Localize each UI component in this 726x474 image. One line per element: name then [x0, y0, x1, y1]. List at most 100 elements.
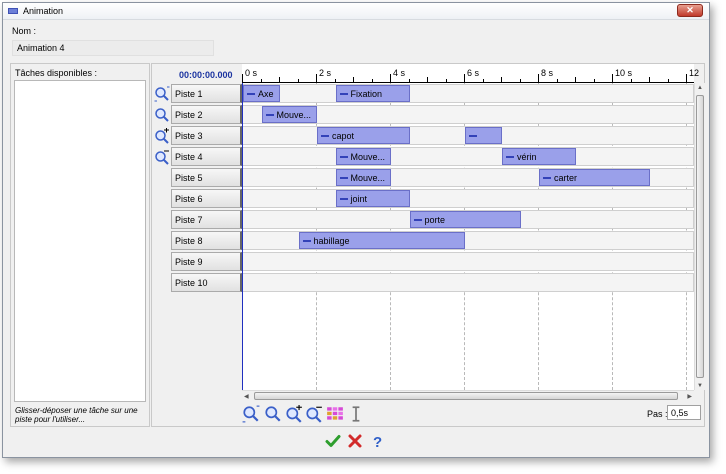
- zoom-icon[interactable]: [154, 107, 170, 123]
- task-segment[interactable]: Fixation: [335, 85, 410, 102]
- scroll-left-arrow-icon[interactable]: ◀: [244, 393, 249, 400]
- cancel-button[interactable]: [347, 433, 363, 449]
- task-segment[interactable]: Axe: [243, 85, 280, 102]
- task-segment[interactable]: Mouve...: [335, 148, 391, 165]
- ruler-tick: [575, 77, 576, 82]
- task-segment[interactable]: Mouve...: [261, 106, 317, 123]
- ruler-tick: [371, 79, 373, 82]
- track-row[interactable]: porte: [242, 210, 694, 229]
- ruler-tick: [334, 79, 336, 82]
- segment-handle-icon: [321, 135, 329, 137]
- animation-app-icon: [8, 8, 18, 14]
- time-ruler[interactable]: 0 s 2 s 4 s 6 s 8 s 10 s 12: [242, 64, 699, 83]
- ruler-tick-label: 8 s: [541, 68, 554, 78]
- track-label[interactable]: Piste 6: [171, 189, 242, 208]
- scroll-down-arrow-icon[interactable]: ▼: [697, 383, 703, 389]
- segment-handle-icon: [413, 219, 422, 221]
- segment-handle-icon: [469, 135, 477, 137]
- track-row[interactable]: Mouve...: [242, 105, 694, 124]
- segment-label: Mouve...: [350, 173, 386, 183]
- track-row[interactable]: Axe Fixation: [242, 84, 694, 103]
- track-row[interactable]: habillage: [242, 231, 694, 250]
- name-label: Nom :: [12, 26, 37, 36]
- track-label[interactable]: Piste 3: [171, 126, 242, 145]
- timeline-panel: 00:00:00.000 0 s 2 s 4 s 6 s 8 s 10 s 12 Piste…: [151, 63, 705, 427]
- task-segment[interactable]: [465, 127, 502, 144]
- task-segment[interactable]: capot: [317, 127, 410, 144]
- track-label[interactable]: Piste 8: [171, 231, 242, 250]
- track-label[interactable]: Piste 9: [171, 252, 242, 271]
- track-label[interactable]: Piste 4: [171, 147, 242, 166]
- zoom-out-icon[interactable]: [154, 149, 170, 165]
- name-input[interactable]: Animation 4: [12, 40, 214, 56]
- ruler-tick: [649, 77, 650, 82]
- track-row[interactable]: capot: [242, 126, 694, 145]
- track-row[interactable]: [242, 273, 694, 292]
- timeline-grid[interactable]: Axe Fixation Mouve... capot Mouve... vérin Mou…: [242, 83, 694, 390]
- segment-handle-icon: [506, 156, 514, 158]
- time-cursor[interactable]: [242, 83, 243, 390]
- ruler-tick: [482, 79, 484, 82]
- task-segment[interactable]: Mouve...: [335, 169, 391, 186]
- track-label[interactable]: Piste 5: [171, 168, 242, 187]
- ruler-tick-label: 4 s: [393, 68, 406, 78]
- ruler-tick: [464, 74, 465, 82]
- track-label[interactable]: Piste 2: [171, 105, 242, 124]
- tasks-panel: Tâches disponibles : Glisser-déposer une…: [10, 63, 150, 427]
- zoom-in-icon[interactable]: [154, 128, 170, 144]
- segment-handle-icon: [339, 177, 348, 179]
- track-label[interactable]: Piste 1: [171, 84, 242, 103]
- segment-handle-icon: [543, 177, 551, 179]
- step-label: Pas :: [647, 409, 668, 419]
- scroll-up-arrow-icon[interactable]: ▲: [697, 85, 703, 91]
- scroll-right-arrow-icon[interactable]: ▶: [687, 393, 692, 400]
- segment-label: habillage: [313, 236, 350, 246]
- track-label[interactable]: Piste 10: [171, 273, 242, 292]
- task-segment[interactable]: joint: [335, 190, 410, 207]
- toolbar-zoom-icon[interactable]: [264, 405, 282, 423]
- ruler-tick: [630, 79, 632, 82]
- ruler-tick: [279, 77, 280, 82]
- toolbar-zoom-in-icon[interactable]: [285, 405, 303, 423]
- ruler-tick: [667, 79, 669, 82]
- tasks-list[interactable]: [14, 80, 146, 402]
- task-segment[interactable]: vérin: [502, 148, 576, 165]
- animation-dialog: Animation ✕ Nom : Animation 4 Tâches dis…: [2, 2, 710, 458]
- ok-button[interactable]: [325, 433, 341, 449]
- ruler-tick: [519, 79, 521, 82]
- segment-handle-icon: [302, 240, 311, 242]
- step-input[interactable]: 0,5s: [667, 405, 701, 420]
- ruler-tick-label: 12: [689, 68, 700, 78]
- zoom-fit-icon[interactable]: [154, 86, 170, 102]
- vertical-scrollbar[interactable]: ▲ ▼: [694, 83, 705, 390]
- close-button[interactable]: ✕: [677, 4, 703, 17]
- text-cursor-icon[interactable]: [347, 405, 365, 423]
- track-row[interactable]: joint: [242, 189, 694, 208]
- segment-label: Axe: [258, 89, 274, 99]
- horizontal-scrollbar[interactable]: ◀ ▶: [242, 390, 694, 401]
- vertical-scroll-thumb[interactable]: [696, 95, 704, 378]
- track-row[interactable]: Mouve... carter: [242, 168, 694, 187]
- ruler-tick-label: 0 s: [245, 68, 258, 78]
- ruler-tick-label: 6 s: [467, 68, 480, 78]
- segment-label: capot: [332, 131, 355, 141]
- help-button[interactable]: ?: [369, 433, 385, 451]
- ruler-tick: [260, 79, 262, 82]
- segment-label: carter: [554, 173, 578, 183]
- segment-label: joint: [350, 194, 368, 204]
- ruler-tick: [501, 77, 502, 82]
- toolbar-zoom-fit-icon[interactable]: [242, 405, 260, 423]
- segment-label: vérin: [517, 152, 537, 162]
- track-row[interactable]: [242, 252, 694, 271]
- ruler-tick: [593, 79, 595, 82]
- ruler-tick: [445, 79, 447, 82]
- track-label[interactable]: Piste 7: [171, 210, 242, 229]
- grid-toggle-icon[interactable]: [326, 405, 344, 423]
- horizontal-scroll-thumb[interactable]: [254, 392, 678, 400]
- toolbar-zoom-out-icon[interactable]: [305, 405, 323, 423]
- task-segment[interactable]: carter: [539, 169, 650, 186]
- track-row[interactable]: Mouve... vérin: [242, 147, 694, 166]
- task-segment[interactable]: porte: [409, 211, 521, 228]
- segment-handle-icon: [339, 156, 348, 158]
- task-segment[interactable]: habillage: [298, 232, 465, 249]
